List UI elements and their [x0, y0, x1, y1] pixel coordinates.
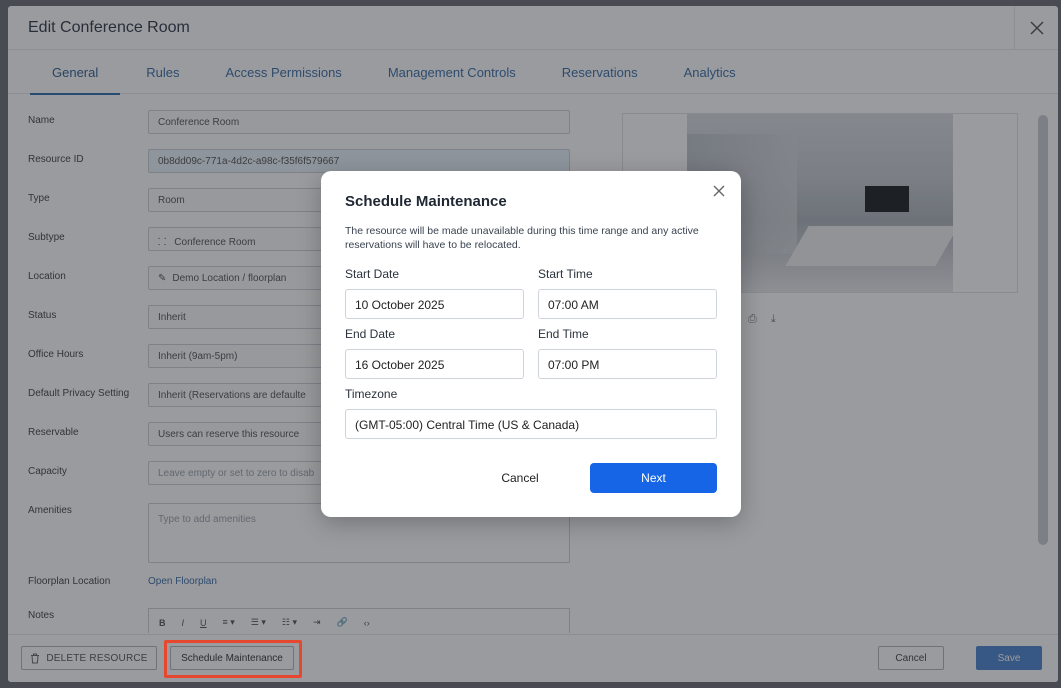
start-date-label: Start Date	[345, 267, 400, 281]
end-time-label: End Time	[538, 327, 589, 341]
start-time-label: Start Time	[538, 267, 593, 281]
dialog-next-button[interactable]: Next	[590, 463, 717, 493]
end-date-label: End Date	[345, 327, 396, 341]
timezone-label: Timezone	[345, 387, 398, 401]
end-date-input[interactable]: 16 October 2025	[345, 349, 524, 379]
dialog-cancel-button[interactable]: Cancel	[485, 463, 555, 493]
dialog-description: The resource will be made unavailable du…	[345, 225, 699, 251]
end-time-input[interactable]: 07:00 PM	[538, 349, 717, 379]
schedule-maintenance-dialog: Schedule Maintenance The resource will b…	[321, 171, 741, 517]
start-time-input[interactable]: 07:00 AM	[538, 289, 717, 319]
timezone-select[interactable]: (GMT-05:00) Central Time (US & Canada)	[345, 409, 717, 439]
start-date-input[interactable]: 10 October 2025	[345, 289, 524, 319]
close-icon	[713, 185, 725, 197]
schedule-maintenance-highlight	[164, 640, 302, 678]
dialog-close-button[interactable]	[711, 183, 727, 199]
dialog-title: Schedule Maintenance	[345, 193, 507, 210]
